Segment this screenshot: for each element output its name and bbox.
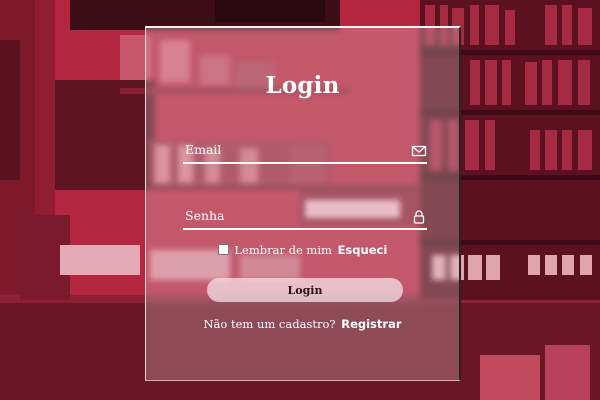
login-button[interactable]: Login: [207, 278, 403, 302]
remember-label: Lembrar de mim: [234, 243, 332, 257]
lock-icon: [413, 210, 425, 224]
remember-checkbox[interactable]: [217, 244, 229, 255]
register-prompt: Não tem um cadastro?: [203, 317, 336, 331]
email-field: [183, 138, 427, 164]
forgot-password-link[interactable]: Esqueci: [338, 243, 388, 257]
password-input[interactable]: [185, 204, 400, 226]
login-card: Login Lembrar de mim Esqueci Login Não t…: [145, 26, 461, 381]
register-row: Não tem um cadastro? Registrar: [146, 317, 459, 331]
register-link[interactable]: Registrar: [341, 317, 401, 331]
envelope-icon: [411, 145, 427, 157]
remember-row: Lembrar de mim Esqueci: [146, 243, 459, 257]
login-title: Login: [265, 72, 340, 99]
password-field: [183, 204, 427, 230]
email-input[interactable]: [185, 138, 400, 160]
